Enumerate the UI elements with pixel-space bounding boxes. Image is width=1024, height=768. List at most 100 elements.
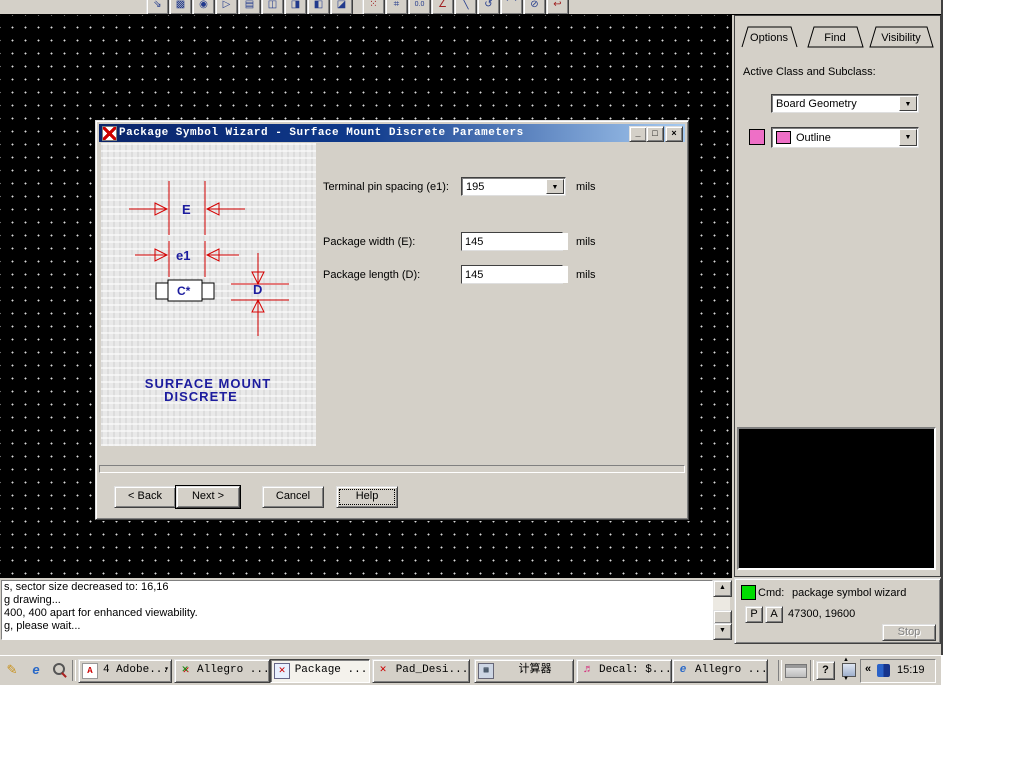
subclass-dropdown-value: Outline xyxy=(796,132,831,144)
package-width-fieldbox xyxy=(461,232,568,251)
absolute-button[interactable]: A xyxy=(765,606,783,623)
diagram-caption: DISCRETE xyxy=(164,389,238,404)
taskbar-divider xyxy=(778,660,782,681)
toolbar-button[interactable]: ⇘ xyxy=(146,0,169,14)
command-panel: Cmd: package symbol wizard P A 47300, 19… xyxy=(734,578,941,644)
toolbar-button[interactable]: ↩ xyxy=(546,0,569,14)
package-width-label: Package width (E): xyxy=(323,236,416,248)
taskbar-button-adobe[interactable]: A 4 Adobe... ▾ xyxy=(78,659,172,683)
chevron-down-icon[interactable]: ▾ xyxy=(164,660,169,680)
chevron-down-icon[interactable]: ▼ xyxy=(899,129,917,146)
toolbar-button[interactable]: ⁙ xyxy=(362,0,385,14)
taskbar-button-allegro-web[interactable]: e Allegro ... xyxy=(672,659,768,683)
toolbar-button[interactable]: ▤ xyxy=(238,0,261,14)
package-length-fieldbox xyxy=(461,265,568,284)
cancel-button[interactable]: Cancel xyxy=(262,486,324,508)
scrollbar-thumb[interactable] xyxy=(713,610,732,624)
scroll-up-icon[interactable]: ▲ xyxy=(713,580,732,597)
help-button[interactable]: Help xyxy=(336,486,398,508)
world-view[interactable] xyxy=(737,427,936,570)
allegro-icon: ✕ xyxy=(181,664,189,676)
pick-button[interactable]: P xyxy=(745,606,763,623)
subclass-dropdown[interactable]: Outline ▼ xyxy=(771,127,919,148)
toolbar-button[interactable]: ▷ xyxy=(215,0,238,14)
clock[interactable]: 15:19 xyxy=(897,664,925,676)
toolbar-button[interactable]: ◪ xyxy=(330,0,353,14)
help-tray-icon[interactable]: ? xyxy=(816,661,835,680)
console-line: s, sector size decreased to: 16,16 xyxy=(4,581,169,593)
keyboard-layout-icon[interactable] xyxy=(785,664,807,678)
desktop-screen: ⇘ ▩ ◉ ▷ ▤ ◫ ◨ ◧ ◪ ⁙ ⌗ 0.0 ∠ ╲ ↺ ⌒ ⊘ ↩ Op… xyxy=(0,0,1024,768)
toolbar-button[interactable]: 0.0 xyxy=(408,0,431,14)
active-class-label: Active Class and Subclass: xyxy=(743,66,876,78)
control-panel-tabs: Options Find Visibility xyxy=(741,26,934,48)
taskbar-button-label: Pad_Desi... xyxy=(395,664,469,676)
dialog-title: Package Symbol Wizard - Surface Mount Di… xyxy=(119,127,524,139)
ie-icon[interactable]: e xyxy=(26,661,46,679)
acrobat-icon: A xyxy=(82,663,98,679)
taskbar-button-label: Decal: $... xyxy=(599,664,672,676)
close-icon[interactable]: × xyxy=(665,126,683,142)
taskbar-button-pad-designer[interactable]: ✕ Pad_Desi... xyxy=(372,659,470,683)
tab-find-label[interactable]: Find xyxy=(824,32,845,44)
scroll-down-icon[interactable]: ▼ xyxy=(713,623,732,640)
tray-collapse-down-icon[interactable]: ▼ xyxy=(843,676,849,682)
toolbar-button[interactable]: ▩ xyxy=(169,0,192,14)
diagram-label-e: E xyxy=(182,202,191,217)
next-button[interactable]: Next > xyxy=(175,485,241,509)
console-area: s, sector size decreased to: 16,16 g dra… xyxy=(0,578,732,642)
show-desktop-icon[interactable]: ✎ xyxy=(2,661,22,679)
pin-spacing-combo[interactable]: 195 ▼ xyxy=(461,177,566,196)
package-length-unit: mils xyxy=(576,269,596,281)
toolbar-button[interactable]: ◨ xyxy=(284,0,307,14)
toolbar-button[interactable]: ◫ xyxy=(261,0,284,14)
control-panel: Options Find Visibility Active Class and… xyxy=(734,15,941,577)
tray-expand-up-icon[interactable]: ▲ xyxy=(843,657,849,663)
toolbar-button[interactable]: ◧ xyxy=(307,0,330,14)
window-layout-icon[interactable] xyxy=(842,663,856,677)
toolbar-button[interactable]: ∠ xyxy=(431,0,454,14)
toolbar-button[interactable]: ⌗ xyxy=(385,0,408,14)
tab-options-label[interactable]: Options xyxy=(750,32,788,44)
dimension-drawing: E e1 C* D SURFACE MOUNT DISCRETE xyxy=(129,181,289,404)
package-width-unit: mils xyxy=(576,236,596,248)
package-width-input[interactable] xyxy=(462,233,568,250)
messenger-icon[interactable] xyxy=(877,664,890,677)
chevron-down-icon[interactable]: ▼ xyxy=(899,96,917,111)
stop-button[interactable]: Stop xyxy=(882,624,936,641)
search-icon[interactable] xyxy=(50,661,70,679)
tray-chevron-icon[interactable]: « xyxy=(865,663,871,675)
diagram-label-c: C* xyxy=(177,284,191,298)
tab-visibility-label[interactable]: Visibility xyxy=(881,32,921,44)
taskbar-button-calculator[interactable]: ▦ 计算器 xyxy=(474,659,574,683)
cursor-coordinates: 47300, 19600 xyxy=(788,608,856,620)
maximize-button[interactable]: □ xyxy=(646,126,664,142)
taskbar: ✎ e A 4 Adobe... ▾ ✕ Allegro ... ✕ Packa… xyxy=(0,655,941,685)
pin-spacing-value: 195 xyxy=(466,181,485,193)
diagram-label-d: D xyxy=(253,282,262,297)
subclass-dropdown-swatch xyxy=(776,131,791,144)
toolbar-button[interactable]: ◉ xyxy=(192,0,215,14)
dialog-titlebar[interactable]: Package Symbol Wizard - Surface Mount Di… xyxy=(99,124,685,142)
class-dropdown[interactable]: Board Geometry ▼ xyxy=(771,94,919,113)
decal-icon: ♬ xyxy=(583,664,591,676)
console-log[interactable]: s, sector size decreased to: 16,16 g dra… xyxy=(1,580,713,640)
taskbar-button-package[interactable]: ✕ Package ... xyxy=(270,659,370,683)
package-diagram: E e1 C* D SURFACE MOUNT DISCRETE xyxy=(101,143,316,446)
toolbar-button[interactable]: ⌒ xyxy=(500,0,523,14)
package-length-input[interactable] xyxy=(462,266,568,283)
taskbar-button-allegro[interactable]: ✕ Allegro ... xyxy=(174,659,270,683)
minimize-button[interactable]: _ xyxy=(629,126,647,142)
toolbar-button[interactable]: ⊘ xyxy=(523,0,546,14)
app-toolbar: ⇘ ▩ ◉ ▷ ▤ ◫ ◨ ◧ ◪ ⁙ ⌗ 0.0 ∠ ╲ ↺ ⌒ ⊘ ↩ xyxy=(0,0,941,15)
pin-spacing-unit: mils xyxy=(576,181,596,193)
taskbar-button-decal[interactable]: ♬ Decal: $... xyxy=(576,659,672,683)
console-scrollbar[interactable]: ▲ ▼ xyxy=(713,580,732,640)
pad-designer-icon: ✕ xyxy=(379,664,387,676)
class-dropdown-value: Board Geometry xyxy=(776,98,857,110)
toolbar-button[interactable]: ↺ xyxy=(477,0,500,14)
chevron-down-icon[interactable]: ▼ xyxy=(546,179,564,194)
taskbar-button-label: Package ... xyxy=(294,664,368,676)
back-button[interactable]: < Back xyxy=(114,486,176,508)
toolbar-button[interactable]: ╲ xyxy=(454,0,477,14)
